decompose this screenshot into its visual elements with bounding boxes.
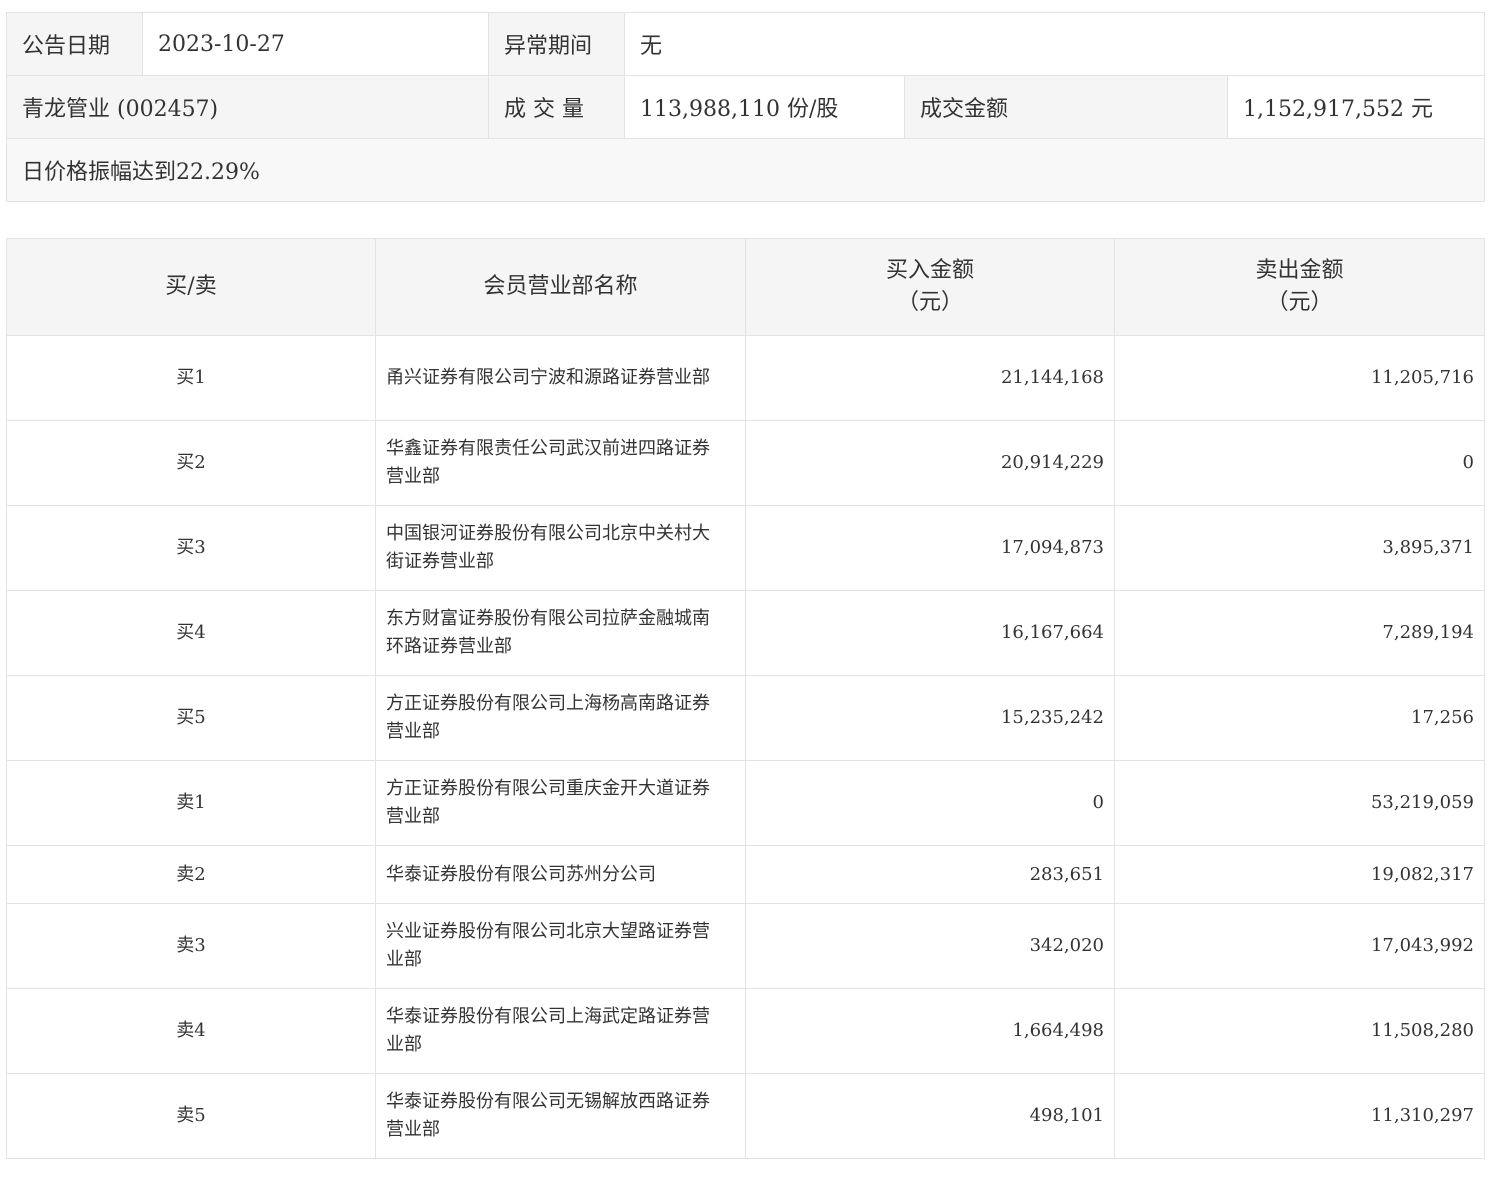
sell-amount-cell: 19,082,317 <box>1114 845 1485 904</box>
sell-amount-cell: 17,256 <box>1114 675 1485 761</box>
sell-amount-cell: 53,219,059 <box>1114 760 1485 846</box>
member-name-cell: 华泰证券股份有限公司无锡解放西路证券营业部 <box>375 1073 746 1159</box>
volume-value: 113,988,110 份/股 <box>624 75 905 139</box>
sell-amount-cell: 0 <box>1114 420 1485 506</box>
side-cell: 卖3 <box>6 903 376 989</box>
table-row: 卖4 华泰证券股份有限公司上海武定路证券营业部 1,664,498 11,508… <box>6 988 1485 1074</box>
sell-amount-cell: 11,508,280 <box>1114 988 1485 1074</box>
table-row: 卖2 华泰证券股份有限公司苏州分公司 283,651 19,082,317 <box>6 845 1485 904</box>
buy-amount-cell: 17,094,873 <box>745 505 1115 591</box>
member-name-cell: 方正证券股份有限公司重庆金开大道证券营业部 <box>375 760 746 846</box>
turnover-value: 1,152,917,552 元 <box>1227 75 1485 139</box>
table-row: 卖3 兴业证券股份有限公司北京大望路证券营业部 342,020 17,043,9… <box>6 903 1485 989</box>
info-row-trade: 青龙管业 (002457) 成 交 量 113,988,110 份/股 成交金额… <box>6 75 1485 139</box>
side-cell: 买4 <box>6 590 376 676</box>
header-side: 买/卖 <box>6 238 376 336</box>
trading-seats-table: 买/卖 会员营业部名称 买入金额 （元） 卖出金额 （元） 买1 甬兴证券有限公… <box>6 238 1485 1159</box>
side-cell: 卖1 <box>6 760 376 846</box>
member-name-cell: 甬兴证券有限公司宁波和源路证券营业部 <box>375 335 746 421</box>
sell-amount-cell: 3,895,371 <box>1114 505 1485 591</box>
sell-amount-cell: 7,289,194 <box>1114 590 1485 676</box>
side-cell: 卖2 <box>6 845 376 904</box>
header-buy-amount: 买入金额 （元） <box>745 238 1115 336</box>
info-row-amplitude: 日价格振幅达到22.29% <box>6 138 1485 202</box>
announcement-info-table: 公告日期 2023-10-27 异常期间 无 青龙管业 (002457) 成 交… <box>6 12 1485 202</box>
side-cell: 卖4 <box>6 988 376 1074</box>
info-row-date: 公告日期 2023-10-27 异常期间 无 <box>6 12 1485 76</box>
volume-label: 成 交 量 <box>488 75 625 139</box>
side-cell: 买1 <box>6 335 376 421</box>
side-cell: 买3 <box>6 505 376 591</box>
header-sell-amount: 卖出金额 （元） <box>1114 238 1485 336</box>
header-buy-amount-unit: （元） <box>896 290 963 315</box>
table-row: 买3 中国银河证券股份有限公司北京中关村大街证券营业部 17,094,873 3… <box>6 505 1485 591</box>
table-row: 买2 华鑫证券有限责任公司武汉前进四路证券营业部 20,914,229 0 <box>6 420 1485 506</box>
abnormal-period-value: 无 <box>624 12 1485 76</box>
header-sell-amount-unit: （元） <box>1266 290 1333 315</box>
table-row: 卖5 华泰证券股份有限公司无锡解放西路证券营业部 498,101 11,310,… <box>6 1073 1485 1159</box>
announce-date-value: 2023-10-27 <box>142 12 489 76</box>
sell-amount-cell: 17,043,992 <box>1114 903 1485 989</box>
table-row: 买4 东方财富证券股份有限公司拉萨金融城南环路证券营业部 16,167,664 … <box>6 590 1485 676</box>
header-member: 会员营业部名称 <box>375 238 746 336</box>
buy-amount-cell: 0 <box>745 760 1115 846</box>
member-name-cell: 华鑫证券有限责任公司武汉前进四路证券营业部 <box>375 420 746 506</box>
buy-amount-cell: 16,167,664 <box>745 590 1115 676</box>
buy-amount-cell: 21,144,168 <box>745 335 1115 421</box>
member-name-cell: 兴业证券股份有限公司北京大望路证券营业部 <box>375 903 746 989</box>
side-cell: 买2 <box>6 420 376 506</box>
buy-amount-cell: 1,664,498 <box>745 988 1115 1074</box>
table-header-row: 买/卖 会员营业部名称 买入金额 （元） 卖出金额 （元） <box>6 238 1485 336</box>
sell-amount-cell: 11,205,716 <box>1114 335 1485 421</box>
side-cell: 卖5 <box>6 1073 376 1159</box>
table-row: 买5 方正证券股份有限公司上海杨高南路证券营业部 15,235,242 17,2… <box>6 675 1485 761</box>
buy-amount-cell: 283,651 <box>745 845 1115 904</box>
member-name-cell: 华泰证券股份有限公司苏州分公司 <box>375 845 746 904</box>
side-cell: 买5 <box>6 675 376 761</box>
sell-amount-cell: 11,310,297 <box>1114 1073 1485 1159</box>
member-name-cell: 东方财富证券股份有限公司拉萨金融城南环路证券营业部 <box>375 590 746 676</box>
turnover-label: 成交金额 <box>904 75 1228 139</box>
member-name-cell: 方正证券股份有限公司上海杨高南路证券营业部 <box>375 675 746 761</box>
buy-amount-cell: 20,914,229 <box>745 420 1115 506</box>
buy-amount-cell: 342,020 <box>745 903 1115 989</box>
buy-amount-cell: 15,235,242 <box>745 675 1115 761</box>
table-row: 卖1 方正证券股份有限公司重庆金开大道证券营业部 0 53,219,059 <box>6 760 1485 846</box>
table-row: 买1 甬兴证券有限公司宁波和源路证券营业部 21,144,168 11,205,… <box>6 335 1485 421</box>
member-name-cell: 华泰证券股份有限公司上海武定路证券营业部 <box>375 988 746 1074</box>
buy-amount-cell: 498,101 <box>745 1073 1115 1159</box>
stock-name: 青龙管业 (002457) <box>6 75 489 139</box>
announce-date-label: 公告日期 <box>6 12 143 76</box>
amplitude-note: 日价格振幅达到22.29% <box>6 138 1485 202</box>
abnormal-period-label: 异常期间 <box>488 12 625 76</box>
header-buy-amount-label: 买入金额 <box>885 258 974 283</box>
member-name-cell: 中国银河证券股份有限公司北京中关村大街证券营业部 <box>375 505 746 591</box>
header-sell-amount-label: 卖出金额 <box>1255 258 1344 283</box>
